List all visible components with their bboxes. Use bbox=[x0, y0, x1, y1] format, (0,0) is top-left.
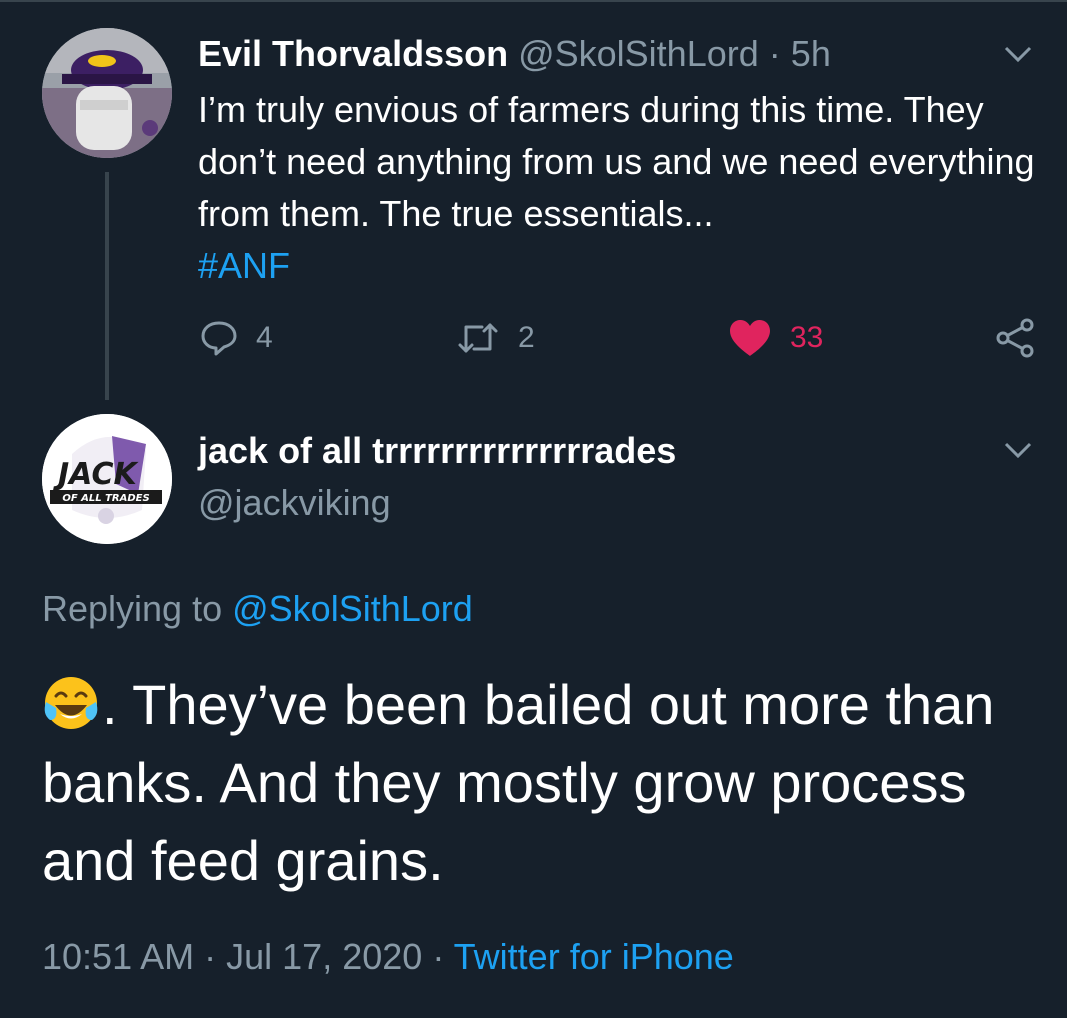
hashtag-link[interactable]: #ANF bbox=[198, 240, 1038, 292]
source-separator: · bbox=[432, 936, 445, 977]
parent-tweet-text: I’m truly envious of farmers during this… bbox=[198, 84, 1038, 292]
heart-icon bbox=[730, 320, 770, 356]
reply-button[interactable]: 4 bbox=[200, 312, 273, 364]
svg-text:JACK: JACK bbox=[53, 457, 139, 492]
parent-tweet-header: Evil Thorvaldsson @SkolSithLord · 5h bbox=[198, 32, 831, 76]
reply-icon bbox=[201, 321, 237, 356]
tweet-time[interactable]: 10:51 AM bbox=[42, 936, 194, 977]
like-button[interactable]: 33 bbox=[728, 312, 823, 364]
reply-handle[interactable]: @jackviking bbox=[198, 480, 391, 526]
top-divider bbox=[0, 0, 1067, 2]
parent-handle[interactable]: @SkolSithLord bbox=[518, 33, 759, 74]
parent-display-name[interactable]: Evil Thorvaldsson bbox=[198, 33, 508, 74]
avatar-jackviking[interactable]: JACK OF ALL TRADES bbox=[42, 414, 172, 544]
thread-connector bbox=[105, 172, 109, 400]
tweet-date[interactable]: Jul 17, 2020 bbox=[226, 936, 422, 977]
meta-separator: · bbox=[768, 33, 781, 74]
share-button[interactable] bbox=[994, 312, 1036, 364]
tweet-timestamp-line: 10:51 AM · Jul 17, 2020 · Twitter for iP… bbox=[42, 934, 734, 980]
tweet-source-link[interactable]: Twitter for iPhone bbox=[454, 936, 734, 977]
tweet-actions: 4 2 33 bbox=[198, 312, 1038, 364]
share-icon bbox=[996, 318, 1034, 358]
replying-to-label: Replying to bbox=[42, 588, 223, 629]
replying-to-line: Replying to @SkolSithLord bbox=[42, 586, 473, 632]
reply-tweet-body: . They’ve been bailed out more than bank… bbox=[42, 673, 995, 892]
chevron-down-icon[interactable] bbox=[1003, 44, 1033, 64]
parent-tweet-age[interactable]: 5h bbox=[791, 33, 831, 74]
reply-tweet-text: . They’ve been bailed out more than bank… bbox=[42, 666, 1042, 900]
svg-text:OF ALL TRADES: OF ALL TRADES bbox=[62, 493, 149, 504]
retweet-count: 2 bbox=[518, 321, 535, 354]
reply-display-name[interactable]: jack of all trrrrrrrrrrrrrrrades bbox=[198, 428, 676, 474]
retweet-icon bbox=[458, 323, 498, 353]
retweet-button[interactable]: 2 bbox=[456, 312, 535, 364]
face-with-tears-of-joy-icon bbox=[44, 677, 98, 729]
like-count: 33 bbox=[790, 321, 824, 354]
parent-tweet-body: I’m truly envious of farmers during this… bbox=[198, 89, 1035, 234]
avatar-evil-thorvaldsson[interactable] bbox=[42, 28, 172, 158]
reply-count: 4 bbox=[256, 321, 273, 354]
chevron-down-icon[interactable] bbox=[1003, 440, 1033, 460]
time-date-separator: · bbox=[204, 936, 217, 977]
replying-to-handle-link[interactable]: @SkolSithLord bbox=[232, 588, 473, 629]
